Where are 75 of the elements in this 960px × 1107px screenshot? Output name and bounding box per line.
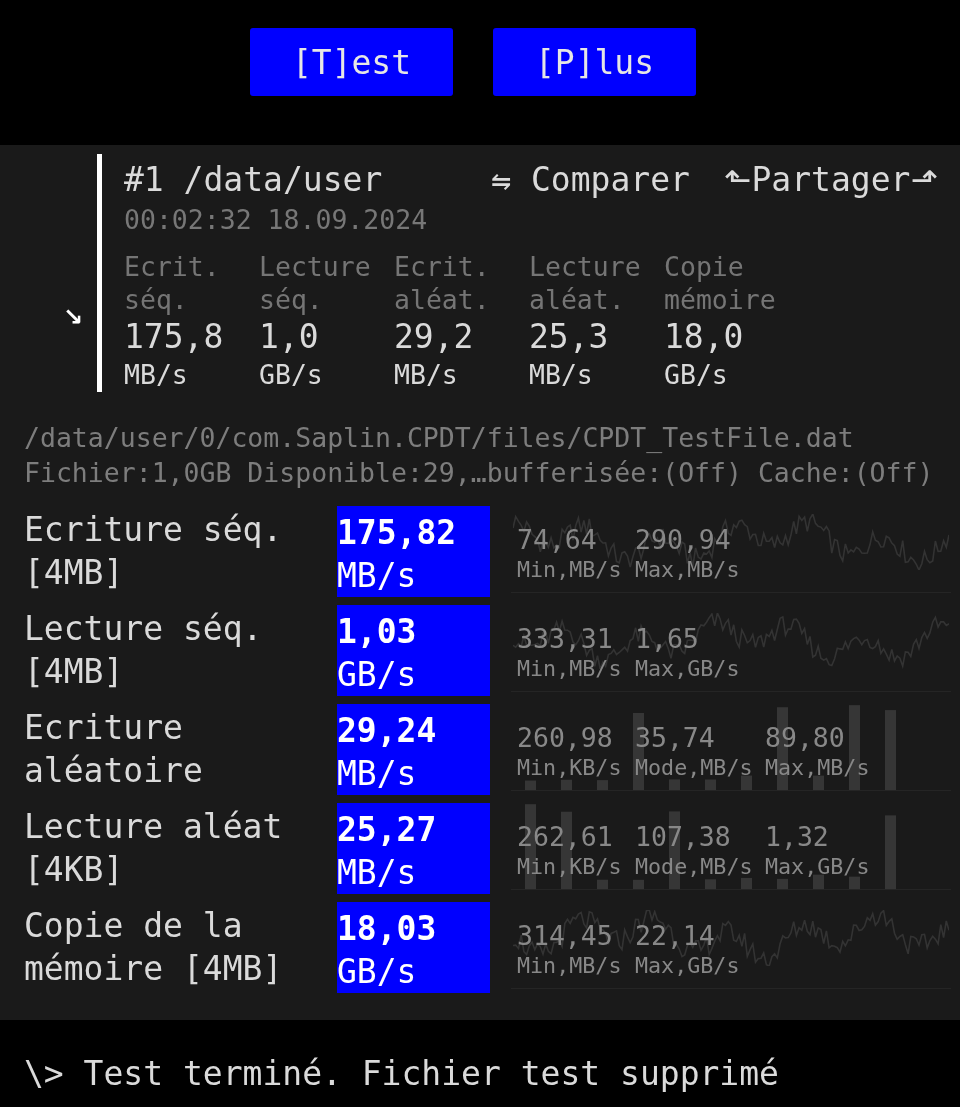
histogram-bar xyxy=(669,779,680,790)
stat-unit: Max,MB/s xyxy=(765,754,870,782)
test-label: Copie de la mémoire [4MB] xyxy=(24,905,284,990)
speed-unit: MB/s xyxy=(337,852,417,894)
histogram-bar xyxy=(849,876,860,889)
metric-unit: GB/s xyxy=(259,358,323,392)
stat-value: 1,65 xyxy=(635,623,699,655)
stat-value: 260,98 xyxy=(517,722,613,754)
metric-unit: MB/s xyxy=(529,358,593,392)
speed-unit: GB/s xyxy=(337,951,417,993)
speed-value: 29,24 xyxy=(337,710,437,752)
header-action-link[interactable]: ⇋ Comparer xyxy=(491,160,690,200)
metric-value: 29,2 xyxy=(394,316,474,358)
stat-value: 89,80 xyxy=(765,722,845,754)
stat-value: 290,94 xyxy=(635,524,731,556)
test-label: Ecriture aléatoire xyxy=(24,707,204,792)
stat-value: 35,74 xyxy=(635,722,715,754)
metric-label: Ecrit. aléat. xyxy=(394,250,491,316)
stat-value: 107,38 xyxy=(635,821,731,853)
stat-unit: Min,MB/s xyxy=(517,952,622,980)
header-action-link[interactable]: ⬑Partager⬏ xyxy=(723,160,938,200)
stat-unit: Max,GB/s xyxy=(635,952,740,980)
histogram-bar xyxy=(597,879,608,889)
metric-unit: GB/s xyxy=(664,358,728,392)
speed-unit: MB/s xyxy=(337,753,417,795)
status-message: \> Test terminé. Fichier test supprimé xyxy=(23,1053,780,1095)
histogram-bar xyxy=(705,879,716,889)
metric-unit: MB/s xyxy=(394,358,458,392)
metric-value: 25,3 xyxy=(529,316,609,358)
stat-unit: Mode,MB/s xyxy=(635,754,753,782)
speed-value: 18,03 xyxy=(337,908,437,950)
histogram-bar xyxy=(741,877,752,889)
stat-unit: Min,MB/s xyxy=(517,655,622,683)
speed-value: 25,27 xyxy=(337,809,437,851)
speed-unit: GB/s xyxy=(337,654,417,696)
speed-value: 1,03 xyxy=(337,611,417,653)
metric-value: 18,0 xyxy=(664,316,744,358)
histogram-bar xyxy=(561,779,572,790)
speed-value: 175,82 xyxy=(337,512,457,554)
file-path: /data/user/0/com.Saplin.CPDT/files/CPDT_TestFile.dat xyxy=(24,421,855,455)
stat-unit: Min,MB/s xyxy=(517,556,622,584)
file-info: Fichier:1,0GB Disponible:29,…bufferisée:(Off) Cache:(Off) xyxy=(24,456,935,490)
toolbar-button[interactable]: [T]est xyxy=(250,28,453,96)
stat-value: 1,32 xyxy=(765,821,829,853)
test-label: Ecriture séq. [4MB] xyxy=(24,509,284,594)
metric-label: Ecrit. séq. xyxy=(124,250,221,316)
metric-value: 1,0 xyxy=(259,316,319,358)
test-label: Lecture aléat [4KB] xyxy=(24,806,284,891)
result-timestamp: 00:02:32 18.09.2024 xyxy=(124,204,429,236)
stat-value: 74,64 xyxy=(517,524,597,556)
metric-unit: MB/s xyxy=(124,358,188,392)
stat-value: 314,45 xyxy=(517,920,613,952)
metric-label: Lecture séq. xyxy=(259,250,372,316)
stat-unit: Min,KB/s xyxy=(517,853,622,881)
histogram-bar xyxy=(705,779,716,790)
histogram-bar xyxy=(777,878,788,889)
stat-value: 22,14 xyxy=(635,920,715,952)
stat-unit: Max,GB/s xyxy=(765,853,870,881)
histogram-bar xyxy=(597,780,608,790)
histogram-bar xyxy=(525,780,536,790)
metric-label: Copie mémoire xyxy=(664,250,777,316)
speed-unit: MB/s xyxy=(337,555,417,597)
stat-unit: Max,GB/s xyxy=(635,655,740,683)
metric-value: 175,8 xyxy=(124,316,224,358)
result-title: #1 /data/user xyxy=(124,160,383,200)
stat-value: 333,31 xyxy=(517,623,613,655)
toolbar-button[interactable]: [P]lus xyxy=(493,28,696,96)
test-label: Lecture séq. [4MB] xyxy=(24,608,264,693)
stat-unit: Mode,MB/s xyxy=(635,853,753,881)
arrow-button[interactable]: ↘ xyxy=(62,304,83,330)
stat-unit: Min,KB/s xyxy=(517,754,622,782)
histogram-bar xyxy=(633,879,644,889)
metric-label: Lecture aléat. xyxy=(529,250,642,316)
stat-value: 262,61 xyxy=(517,821,613,853)
stat-unit: Max,MB/s xyxy=(635,556,740,584)
